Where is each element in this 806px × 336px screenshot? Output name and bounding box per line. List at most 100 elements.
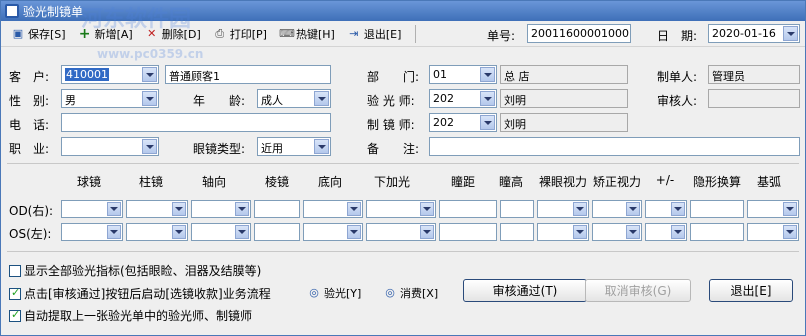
optometry-button[interactable]: ◎ 验光[Y]	[303, 282, 365, 304]
checkbox-box[interactable]	[9, 286, 21, 300]
checkbox-box[interactable]	[9, 308, 21, 322]
optometrist-name-field: 刘明	[500, 89, 628, 108]
chevron-down-icon[interactable]	[420, 202, 434, 216]
grid-column-header: 下加光	[373, 175, 410, 189]
toolbar: ▣ 保存[S] + 新增[A] ✕ 删除[D] ⎙ 打印[P] ⌨ 热键[H] ⇥ 退出[E…	[1, 21, 805, 47]
grid-cell[interactable]	[61, 223, 123, 241]
exit-toolbar-button[interactable]: ⇥ 退出[E]	[343, 23, 406, 45]
grid-cell[interactable]	[61, 200, 123, 218]
chevron-down-icon[interactable]	[107, 202, 121, 216]
grid-cell[interactable]	[366, 200, 436, 218]
delete-icon: ✕	[147, 26, 157, 40]
grid-cell[interactable]	[645, 223, 687, 241]
save-button[interactable]: ▣ 保存[S]	[7, 23, 70, 45]
chevron-down-icon[interactable]	[480, 67, 495, 82]
chevron-down-icon[interactable]	[783, 202, 797, 216]
reviewer-field	[708, 89, 800, 108]
grid-column-header: 球镜	[76, 175, 101, 189]
cancel-approve-button[interactable]: 取消审核(G)	[585, 279, 691, 302]
date-label: 日 期:	[657, 29, 698, 43]
chevron-down-icon[interactable]	[142, 91, 157, 106]
grid-cell[interactable]	[592, 200, 642, 218]
grid-cell[interactable]	[191, 200, 251, 218]
chevron-down-icon[interactable]	[235, 225, 249, 239]
job-select[interactable]	[61, 137, 159, 156]
chevron-down-icon[interactable]	[626, 202, 640, 216]
grid-cell[interactable]	[126, 223, 188, 241]
grid-cell[interactable]	[747, 223, 799, 241]
chevron-down-icon[interactable]	[783, 26, 798, 41]
grid-column-header: 裸眼视力	[538, 175, 587, 189]
chevron-down-icon[interactable]	[142, 139, 157, 154]
optometrist-code-select[interactable]: 202	[429, 89, 497, 108]
print-button[interactable]: ⎙ 打印[P]	[209, 23, 271, 45]
auto-fetch-checkbox[interactable]: 自动提取上一张验光单中的验光师、制镜师	[9, 307, 252, 324]
grid-cell[interactable]	[747, 200, 799, 218]
grid-cell[interactable]	[592, 223, 642, 241]
glasses-type-select[interactable]: 近用	[257, 137, 331, 156]
show-all-checkbox[interactable]: 显示全部验光指标(包括眼睑、泪器及结膜等)	[9, 262, 261, 279]
chevron-down-icon[interactable]	[347, 202, 361, 216]
chevron-down-icon[interactable]	[420, 225, 434, 239]
phone-field[interactable]	[61, 113, 331, 132]
chevron-down-icon[interactable]	[314, 91, 329, 106]
age-select[interactable]: 成人	[257, 89, 331, 108]
exit-button[interactable]: 退出[E]	[709, 279, 793, 302]
grid-cell[interactable]	[500, 223, 534, 241]
grid-cell[interactable]	[537, 200, 589, 218]
grid-cell[interactable]	[690, 200, 744, 218]
chevron-down-icon[interactable]	[783, 225, 797, 239]
grid-cell[interactable]	[254, 200, 300, 218]
printer-icon: ⎙	[215, 26, 225, 40]
maker-name-field: 刘明	[500, 113, 628, 132]
chevron-down-icon[interactable]	[347, 225, 361, 239]
grid-cell[interactable]	[537, 223, 589, 241]
glasses-type-label: 眼镜类型:	[193, 142, 246, 156]
delete-button[interactable]: ✕ 删除[D]	[141, 23, 205, 45]
chevron-down-icon[interactable]	[671, 225, 685, 239]
wallet-icon: ◎	[385, 286, 395, 299]
chevron-down-icon[interactable]	[107, 225, 121, 239]
grid-cell[interactable]	[439, 200, 497, 218]
grid-column-header: +/-	[655, 173, 675, 187]
approve-button[interactable]: 审核通过(T)	[463, 279, 587, 302]
order-no-field[interactable]: 200116000010001	[527, 24, 631, 43]
chevron-down-icon[interactable]	[480, 91, 495, 106]
grid-cell[interactable]	[254, 223, 300, 241]
grid-cell[interactable]	[645, 200, 687, 218]
watermark-url: www.pc0359.cn	[97, 47, 204, 61]
consume-button[interactable]: ◎ 消费[X]	[379, 282, 442, 304]
hotkey-button[interactable]: ⌨ 热键[H]	[275, 23, 339, 45]
chevron-down-icon[interactable]	[573, 202, 587, 216]
chevron-down-icon[interactable]	[573, 225, 587, 239]
date-picker[interactable]: 2020-01-16	[708, 24, 800, 43]
dept-code-select[interactable]: 01	[429, 65, 497, 84]
window-title: 验光制镜单	[23, 4, 84, 19]
chevron-down-icon[interactable]	[172, 202, 186, 216]
remark-label: 备 注:	[367, 142, 420, 156]
chevron-down-icon[interactable]	[142, 67, 157, 82]
gender-select[interactable]: 男	[61, 89, 159, 108]
grid-cell[interactable]	[126, 200, 188, 218]
save-icon: ▣	[12, 26, 24, 40]
chevron-down-icon[interactable]	[671, 202, 685, 216]
remark-field[interactable]	[429, 137, 800, 156]
grid-cell[interactable]	[439, 223, 497, 241]
customer-code-select[interactable]: 410001	[61, 65, 159, 84]
chevron-down-icon[interactable]	[314, 139, 329, 154]
grid-cell[interactable]	[191, 223, 251, 241]
chevron-down-icon[interactable]	[172, 225, 186, 239]
chevron-down-icon[interactable]	[235, 202, 249, 216]
checkbox-box[interactable]	[9, 264, 21, 277]
grid-cell[interactable]	[690, 223, 744, 241]
customer-name-field[interactable]: 普通顾客1	[165, 65, 331, 84]
grid-cell[interactable]	[366, 223, 436, 241]
maker-code-select[interactable]: 202	[429, 113, 497, 132]
chevron-down-icon[interactable]	[626, 225, 640, 239]
grid-cell[interactable]	[303, 223, 363, 241]
grid-cell[interactable]	[500, 200, 534, 218]
start-flow-checkbox[interactable]: 点击[审核通过]按钮后启动[选镜收款]业务流程	[9, 285, 271, 302]
grid-cell[interactable]	[303, 200, 363, 218]
chevron-down-icon[interactable]	[480, 115, 495, 130]
add-button[interactable]: + 新增[A]	[74, 23, 137, 45]
